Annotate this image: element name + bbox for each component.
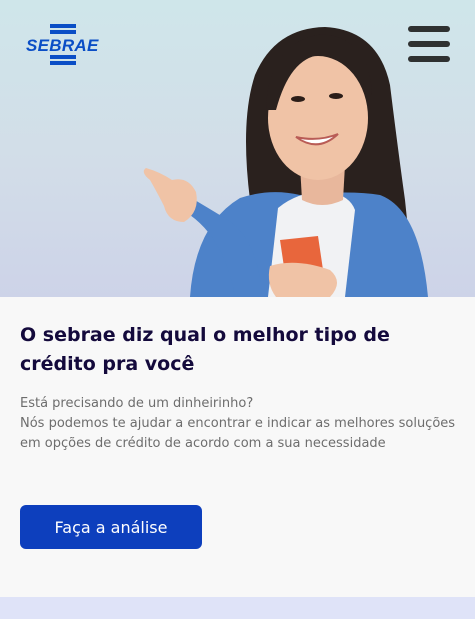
next-section-strip xyxy=(0,597,475,619)
logo-stripe xyxy=(50,30,76,34)
menu-line xyxy=(408,56,450,62)
description: Está precisando de um dinheirinho? Nós p… xyxy=(20,394,460,454)
hamburger-menu-icon[interactable] xyxy=(408,26,450,62)
page-title: O sebrae diz qual o melhor tipo de crédi… xyxy=(20,324,390,375)
logo-stripe xyxy=(50,24,76,28)
logo-stripe xyxy=(50,61,76,65)
menu-line xyxy=(408,26,450,32)
description-line: Nós podemos te ajudar a encontrar e indi… xyxy=(20,416,456,451)
sebrae-logo[interactable]: SEBRAE xyxy=(26,24,102,65)
logo-text: SEBRAE xyxy=(26,36,99,55)
logo-stripe xyxy=(50,55,76,59)
content-section: O sebrae diz qual o melhor tipo de crédi… xyxy=(0,297,475,597)
hero-banner: SEBRAE xyxy=(0,0,475,297)
description-line: Está precisando de um dinheirinho? xyxy=(20,396,254,411)
analysis-button[interactable]: Faça a análise xyxy=(20,505,202,549)
menu-line xyxy=(408,41,450,47)
page: SEBRAE O sebrae diz qual o melhor tipo d… xyxy=(0,0,475,619)
